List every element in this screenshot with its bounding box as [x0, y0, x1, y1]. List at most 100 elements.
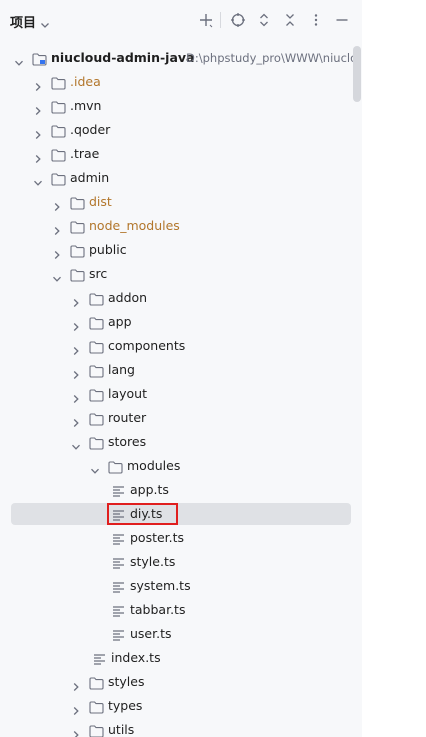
tree-item-file[interactable]: index.ts	[0, 646, 362, 670]
tree-item-label: .trae	[70, 146, 100, 161]
chevron-right-icon[interactable]	[33, 77, 43, 91]
tree-item-label: dist	[89, 194, 112, 209]
tree-item-label: lang	[108, 362, 135, 377]
tree-item-label: types	[108, 698, 143, 713]
module-path: D:\phpstudy_pro\WWW\niuclo	[186, 51, 358, 65]
chevron-right-icon[interactable]	[71, 341, 81, 355]
chevron-right-icon[interactable]	[71, 413, 81, 427]
tree-item-folder[interactable]: niucloud-admin-java D:\phpstudy_pro\WWW\n…	[0, 46, 362, 70]
chevron-right-icon[interactable]	[71, 389, 81, 403]
tree-item-label: node_modules	[89, 218, 180, 233]
tree-item-label: .idea	[70, 74, 101, 89]
folder-icon	[70, 219, 85, 234]
header-separator	[220, 12, 221, 28]
folder-icon	[51, 123, 66, 138]
chevron-down-icon[interactable]	[40, 15, 50, 28]
tree-item-file[interactable]: tabbar.ts	[0, 598, 362, 622]
tree-item-folder[interactable]: admin	[0, 166, 362, 190]
folder-icon	[89, 291, 104, 306]
tree-item-file[interactable]: app.ts	[0, 478, 362, 502]
chevron-down-icon[interactable]	[33, 173, 43, 186]
tree-item-folder[interactable]: router	[0, 406, 362, 430]
tree-item-file[interactable]: system.ts	[0, 574, 362, 598]
tree-item-label: app.ts	[130, 482, 169, 497]
chevron-right-icon[interactable]	[52, 197, 62, 211]
folder-icon	[51, 147, 66, 162]
tree-item-file[interactable]: style.ts	[0, 550, 362, 574]
tree-item-file[interactable]: user.ts	[0, 622, 362, 646]
tree-item-label: router	[108, 410, 147, 425]
tree-item-label: index.ts	[111, 650, 161, 665]
tree-item-label: components	[108, 338, 186, 353]
tree-item-file[interactable]: diy.ts	[0, 502, 362, 526]
chevron-right-icon[interactable]	[71, 677, 81, 691]
chevron-right-icon[interactable]	[71, 701, 81, 715]
tree-item-folder[interactable]: styles	[0, 670, 362, 694]
folder-icon	[70, 243, 85, 258]
tree-item-folder[interactable]: .qoder	[0, 118, 362, 142]
vertical-scrollbar-thumb[interactable]	[353, 46, 361, 102]
collapse-all-icon[interactable]	[280, 10, 300, 30]
folder-icon	[89, 699, 104, 714]
tree-item-file[interactable]: poster.ts	[0, 526, 362, 550]
more-icon[interactable]	[306, 10, 326, 30]
chevron-right-icon[interactable]	[33, 149, 43, 163]
tree-item-folder[interactable]: lang	[0, 358, 362, 382]
chevron-down-icon[interactable]	[14, 53, 24, 66]
tree-item-label: styles	[108, 674, 145, 689]
tree-item-label: src	[89, 266, 108, 281]
tree-item-folder[interactable]: src	[0, 262, 362, 286]
chevron-down-icon[interactable]	[71, 437, 81, 450]
tree-item-folder[interactable]: app	[0, 310, 362, 334]
project-view-title[interactable]: 项目	[10, 12, 36, 31]
tree-item-folder[interactable]: .mvn	[0, 94, 362, 118]
tree-item-folder[interactable]: components	[0, 334, 362, 358]
folder-icon	[89, 363, 104, 378]
text-file-icon	[111, 555, 126, 569]
tree-item-label: system.ts	[130, 578, 191, 593]
tool-window-header: 项目	[0, 0, 362, 40]
tree-item-folder[interactable]: types	[0, 694, 362, 718]
tree-item-folder[interactable]: dist	[0, 190, 362, 214]
minimize-icon[interactable]	[332, 10, 352, 30]
tree-item-folder[interactable]: node_modules	[0, 214, 362, 238]
text-file-icon	[111, 603, 126, 617]
folder-icon	[108, 459, 123, 474]
tree-item-folder[interactable]: layout	[0, 382, 362, 406]
tree-item-folder[interactable]: .idea	[0, 70, 362, 94]
tree-item-label: public	[89, 242, 127, 257]
locate-icon[interactable]	[228, 10, 248, 30]
chevron-right-icon[interactable]	[71, 293, 81, 307]
chevron-down-icon[interactable]	[52, 269, 62, 282]
add-icon[interactable]	[196, 10, 216, 30]
selection-highlight	[11, 503, 351, 525]
folder-icon	[89, 411, 104, 426]
tree-item-label: modules	[127, 458, 181, 473]
chevron-right-icon[interactable]	[71, 317, 81, 331]
tree-item-folder[interactable]: utils	[0, 718, 362, 737]
chevron-right-icon[interactable]	[52, 221, 62, 235]
tree-item-folder[interactable]: addon	[0, 286, 362, 310]
tree-item-label: layout	[108, 386, 148, 401]
folder-icon	[51, 75, 66, 90]
folder-icon	[89, 723, 104, 737]
chevron-right-icon[interactable]	[52, 245, 62, 259]
tree-item-label: style.ts	[130, 554, 176, 569]
tree-item-label: admin	[70, 170, 110, 185]
chevron-right-icon[interactable]	[33, 125, 43, 139]
tree-item-label: tabbar.ts	[130, 602, 186, 617]
tree-item-folder[interactable]: public	[0, 238, 362, 262]
tree-item-folder[interactable]: modules	[0, 454, 362, 478]
folder-icon	[70, 195, 85, 210]
tree-item-label: .mvn	[70, 98, 102, 113]
chevron-right-icon[interactable]	[71, 725, 81, 737]
text-file-icon	[111, 483, 126, 497]
chevron-down-icon[interactable]	[90, 461, 100, 474]
expand-all-icon[interactable]	[254, 10, 274, 30]
chevron-right-icon[interactable]	[71, 365, 81, 379]
chevron-right-icon[interactable]	[33, 101, 43, 115]
tree-item-label: .qoder	[70, 122, 111, 137]
tree-item-folder[interactable]: .trae	[0, 142, 362, 166]
tree-item-folder[interactable]: stores	[0, 430, 362, 454]
folder-icon	[51, 171, 66, 186]
